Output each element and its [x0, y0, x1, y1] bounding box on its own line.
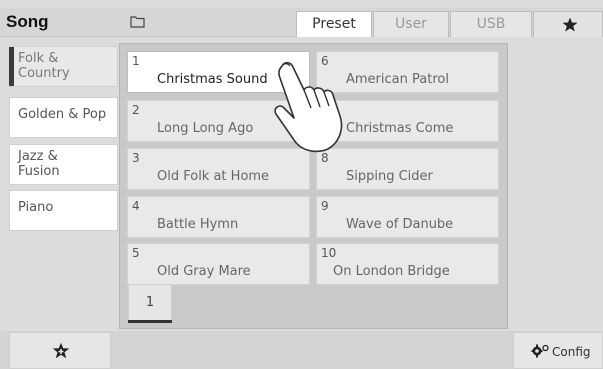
song-item-10[interactable]: 10 On London Bridge — [316, 243, 499, 285]
song-name: Christmas Come — [346, 121, 454, 136]
category-label: Golden & Pop — [18, 107, 107, 122]
song-number: 3 — [132, 151, 140, 165]
song-name: Old Gray Mare — [157, 264, 251, 279]
song-name: Christmas Sound — [157, 72, 268, 87]
song-name: Sipping Cider — [346, 169, 433, 184]
category-label: Piano — [18, 200, 54, 215]
category-folk-country[interactable]: Folk & Country — [9, 46, 118, 87]
song-item-5[interactable]: 5 Old Gray Mare — [127, 243, 310, 285]
song-name: On London Bridge — [333, 264, 450, 279]
song-number: 10 — [321, 246, 337, 260]
star-icon — [562, 17, 578, 32]
song-screen: Song Preset User USB Folk & Country Gold… — [0, 0, 603, 369]
config-label: Config — [552, 345, 591, 359]
category-label-line1: Folk & — [18, 51, 59, 66]
hand-pointer-icon — [274, 61, 343, 153]
add-favorite-button[interactable] — [9, 332, 111, 369]
song-name: Battle Hymn — [157, 217, 239, 232]
category-label-line2: Country — [18, 66, 70, 81]
song-number: 1 — [132, 54, 140, 68]
category-label-line2: Fusion — [18, 164, 60, 179]
page-button-1[interactable]: 1 — [128, 284, 172, 322]
song-name: Wave of Danube — [346, 217, 454, 232]
tab-usb[interactable]: USB — [450, 11, 532, 37]
star-add-icon — [52, 342, 70, 359]
song-number: 4 — [132, 199, 140, 213]
song-item-9[interactable]: 9 Wave of Danube — [316, 196, 499, 238]
folder-icon[interactable] — [130, 15, 145, 28]
tab-favorite[interactable] — [533, 11, 603, 37]
song-item-4[interactable]: 4 Battle Hymn — [127, 196, 310, 238]
page-title: Song — [6, 12, 49, 31]
category-label-line1: Jazz & — [18, 149, 58, 164]
song-name: Long Long Ago — [157, 121, 254, 136]
config-button[interactable]: Config — [513, 332, 603, 369]
tab-preset[interactable]: Preset — [296, 11, 372, 37]
category-piano[interactable]: Piano — [9, 190, 118, 231]
page-indicator — [128, 320, 172, 323]
gear-icon — [531, 344, 549, 358]
category-jazz-fusion[interactable]: Jazz & Fusion — [9, 144, 118, 185]
song-number: 5 — [132, 246, 140, 260]
song-name: American Patrol — [346, 72, 449, 87]
song-name: Old Folk at Home — [157, 169, 270, 184]
category-golden-pop[interactable]: Golden & Pop — [9, 97, 118, 138]
tab-user[interactable]: User — [373, 11, 449, 37]
song-number: 2 — [132, 103, 140, 117]
header-bar: Song Preset User USB — [0, 8, 603, 37]
bottom-bar: Config — [0, 331, 603, 369]
song-number: 9 — [321, 199, 329, 213]
